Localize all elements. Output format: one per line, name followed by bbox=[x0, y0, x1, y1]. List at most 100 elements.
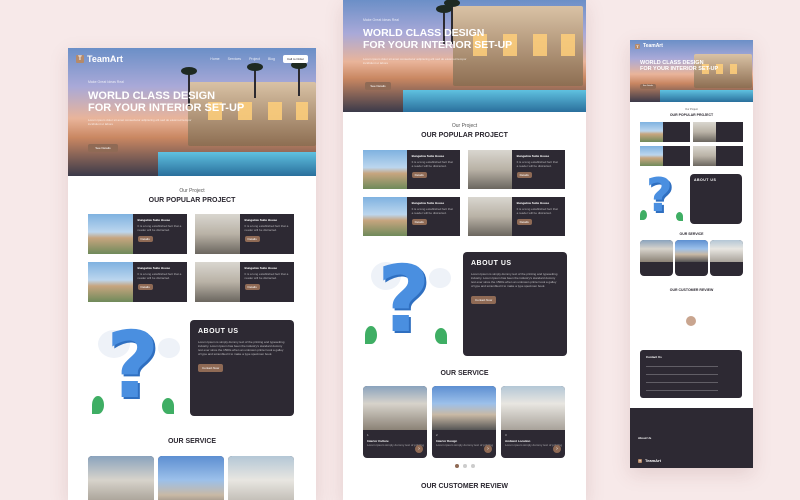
about-title: ABOUT US bbox=[471, 260, 512, 267]
project-desc: It is a long established fact that a rea… bbox=[411, 160, 453, 168]
project-card[interactable] bbox=[640, 146, 690, 166]
desktop-preview-left: T TeamArt Home Services Project Blog Cal… bbox=[68, 48, 316, 500]
project-image bbox=[363, 197, 407, 236]
hero-title-line1: World class design bbox=[88, 90, 216, 102]
arrow-right-icon[interactable]: › bbox=[415, 445, 423, 453]
about-section: ABOUT US bbox=[690, 174, 742, 224]
nav-link-services[interactable]: Services bbox=[228, 57, 241, 61]
project-details-button[interactable]: Details bbox=[137, 283, 153, 290]
service-card[interactable]: 3 Ambient Location Lorem ipsum simply du… bbox=[501, 386, 565, 458]
project-details-button[interactable]: Details bbox=[137, 235, 153, 242]
service-card[interactable]: 2 Interior Design Lorem ipsum simply dum… bbox=[432, 386, 496, 458]
about-section: ABOUT US Lorem Ipsum is simply dummy tex… bbox=[190, 320, 294, 416]
nav-link-blog[interactable]: Blog bbox=[268, 57, 275, 61]
project-title: Bungalow Suite House bbox=[244, 218, 278, 222]
logo-text: TeamArt bbox=[87, 54, 123, 64]
project-card[interactable]: Bungalow Suite House It is a long establ… bbox=[195, 262, 294, 302]
avatar bbox=[686, 316, 696, 326]
footer: About Us T TeamArt bbox=[630, 408, 753, 468]
services-title: OUR SERVICE bbox=[679, 232, 704, 236]
call-button[interactable]: Call to Order bbox=[282, 55, 308, 63]
service-card[interactable] bbox=[88, 456, 154, 500]
project-desc: It is a long established fact that a rea… bbox=[137, 272, 182, 280]
hero-section: T TeamArt World class design for your in… bbox=[630, 40, 753, 102]
project-card[interactable] bbox=[693, 122, 743, 142]
nav-link-home[interactable]: Home bbox=[210, 57, 219, 61]
arrow-right-icon[interactable]: › bbox=[553, 445, 561, 453]
contact-title: Contact Us bbox=[646, 355, 662, 359]
contact-now-button[interactable]: Contact Now bbox=[471, 296, 497, 305]
logo-icon: T bbox=[638, 458, 642, 463]
mobile-preview-right: T TeamArt World class design for your in… bbox=[630, 40, 753, 468]
project-title: Bungalow Suite House bbox=[516, 154, 550, 158]
about-title: ABOUT US bbox=[694, 178, 717, 182]
hero-section: T TeamArt Home Services Project Blog Cal… bbox=[68, 48, 316, 176]
service-card[interactable] bbox=[640, 240, 673, 276]
arrow-right-icon[interactable]: › bbox=[484, 445, 492, 453]
hero-details-button[interactable]: See Details bbox=[640, 84, 656, 89]
project-details-button[interactable]: Details bbox=[411, 218, 427, 225]
project-title: Bungalow Suite House bbox=[137, 266, 171, 270]
service-card[interactable] bbox=[710, 240, 743, 276]
logo-text: TeamArt bbox=[645, 458, 661, 463]
logo-text: TeamArt bbox=[643, 43, 663, 49]
project-desc: It is a long established fact that a rea… bbox=[516, 160, 558, 168]
project-card[interactable]: Bungalow Suite House It is a long establ… bbox=[88, 214, 187, 254]
project-card[interactable]: Bungalow Suite House It is a long establ… bbox=[468, 197, 565, 236]
pool-image bbox=[660, 90, 753, 102]
about-description: Lorem Ipsum is simply dummy text of the … bbox=[471, 272, 558, 289]
pool-image bbox=[158, 152, 316, 176]
hero-details-button[interactable]: See Details bbox=[88, 144, 118, 152]
hero-title-line2: for your interior set-up bbox=[363, 38, 513, 51]
project-card[interactable]: Bungalow Suite House It is a long establ… bbox=[195, 214, 294, 254]
about-section: ABOUT US Lorem Ipsum is simply dummy tex… bbox=[463, 252, 567, 356]
project-details-button[interactable]: Details bbox=[244, 283, 260, 290]
projects-subtitle: Our Project bbox=[685, 108, 698, 111]
hero-title-line1: World class design bbox=[363, 27, 485, 39]
logo-icon: T bbox=[635, 43, 640, 49]
pool-image bbox=[403, 90, 586, 112]
hero-details-button[interactable]: See Details bbox=[365, 82, 391, 90]
project-card[interactable]: Bungalow Suite House It is a long establ… bbox=[468, 150, 565, 189]
project-title: Bungalow Suite House bbox=[137, 218, 171, 222]
question-mark-illustration: ? bbox=[646, 168, 673, 222]
projects-title: OUR POPULAR PROJECT bbox=[669, 113, 714, 117]
project-image bbox=[88, 214, 133, 254]
project-desc: It is a long established fact that a rea… bbox=[244, 272, 289, 280]
nav-link-project[interactable]: Project bbox=[249, 57, 260, 61]
logo[interactable]: T TeamArt bbox=[635, 43, 663, 49]
service-card[interactable] bbox=[675, 240, 708, 276]
project-card[interactable]: Bungalow Suite House It is a long establ… bbox=[363, 150, 460, 189]
project-desc: It is a long established fact that a rea… bbox=[137, 224, 182, 232]
nav-bar: T TeamArt bbox=[630, 40, 753, 52]
carousel-dots[interactable] bbox=[343, 464, 586, 468]
hero-description: Lorem ipsum dolor sit amet consectetur a… bbox=[88, 118, 192, 126]
project-details-button[interactable]: Details bbox=[244, 235, 260, 242]
footer-logo[interactable]: T TeamArt bbox=[638, 458, 661, 463]
contact-now-button[interactable]: Contact Now bbox=[198, 364, 224, 373]
review-title: OUR CUSTOMER REVIEW bbox=[421, 483, 508, 490]
nav-bar: T TeamArt Home Services Project Blog Cal… bbox=[68, 48, 316, 70]
project-card[interactable] bbox=[640, 122, 690, 142]
project-card[interactable]: Bungalow Suite House It is a long establ… bbox=[88, 262, 187, 302]
project-details-button[interactable]: Details bbox=[516, 218, 532, 225]
service-card[interactable] bbox=[228, 456, 294, 500]
review-title: OUR CUSTOMER REVIEW bbox=[669, 288, 714, 292]
service-card[interactable]: 1 Interior Culture Lorem ipsum simply du… bbox=[363, 386, 427, 458]
hero-section: Make Great Ideas Real World class design… bbox=[343, 0, 586, 112]
service-card[interactable] bbox=[158, 456, 224, 500]
project-card[interactable]: Bungalow Suite House It is a long establ… bbox=[363, 197, 460, 236]
project-details-button[interactable]: Details bbox=[516, 171, 532, 178]
projects-title: OUR POPULAR PROJECT bbox=[148, 197, 236, 204]
question-mark-illustration: ? bbox=[377, 246, 431, 353]
project-details-button[interactable]: Details bbox=[411, 171, 427, 178]
project-title: Bungalow Suite House bbox=[516, 201, 550, 205]
project-title: Bungalow Suite House bbox=[411, 201, 445, 205]
contact-section: Contact Us bbox=[640, 350, 742, 398]
desktop-preview-center: Make Great Ideas Real World class design… bbox=[343, 0, 586, 500]
project-image bbox=[195, 214, 240, 254]
logo[interactable]: T TeamArt bbox=[76, 54, 123, 64]
project-image bbox=[88, 262, 133, 302]
about-description: Lorem Ipsum is simply dummy text of the … bbox=[198, 340, 285, 357]
project-card[interactable] bbox=[693, 146, 743, 166]
